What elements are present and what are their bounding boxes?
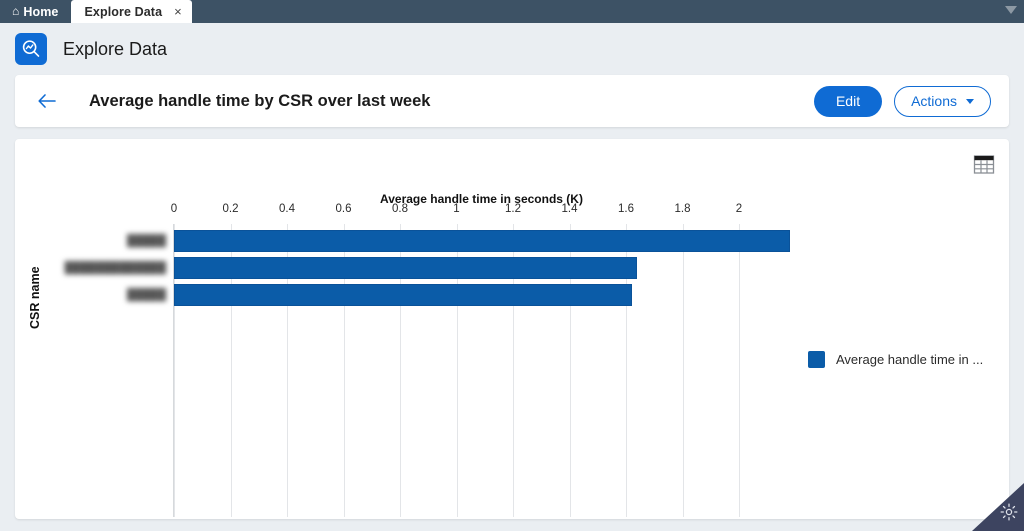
chart-card: Average handle time in seconds (K) CSR n…	[15, 139, 1009, 519]
x-axis-tick-label: 1.2	[505, 203, 521, 215]
x-axis-tick-label: 1	[453, 203, 460, 215]
browser-tab-strip: ⌂ Home Explore Data ×	[0, 0, 1024, 23]
x-axis-tick-label: 0.6	[335, 203, 352, 215]
x-axis-tick-label: 2	[735, 203, 743, 215]
tab-explore-data[interactable]: Explore Data ×	[70, 0, 192, 23]
tab-explore-data-label: Explore Data	[84, 4, 163, 19]
bar-row[interactable]: █████	[127, 230, 790, 252]
bar[interactable]	[174, 257, 638, 279]
bar-chart: Average handle time in seconds (K) CSR n…	[15, 139, 1009, 519]
page-body: Average handle time by CSR over last wee…	[0, 75, 1024, 531]
back-button[interactable]	[27, 85, 67, 117]
x-axis-tick-label: 0.4	[279, 203, 295, 215]
y-axis-category-label: █████	[127, 235, 166, 247]
gridline	[739, 224, 740, 517]
y-axis-category-label: █████████████	[64, 262, 166, 274]
view-header-actions: Edit Actions	[813, 85, 991, 117]
caret-down-icon	[966, 98, 974, 104]
edit-button[interactable]: Edit	[813, 85, 883, 117]
explore-data-icon	[15, 33, 47, 65]
x-axis-tick-label: 0	[170, 203, 178, 215]
chart-legend: Average handle time in ...	[808, 351, 983, 368]
plot-area: 0 0.2 0.4 0.6 0.8 1 1.2 1.4 1.6 1.8 2 █████ ████████…	[65, 203, 791, 517]
view-header: Average handle time by CSR over last wee…	[15, 75, 1009, 127]
x-axis-tick-label: 0.8	[392, 203, 408, 215]
x-axis-tick-label: 1.6	[618, 203, 634, 215]
legend-label: Average handle time in ...	[836, 352, 984, 367]
y-axis-category-label: █████	[127, 289, 166, 301]
page-title: Explore Data	[63, 38, 168, 59]
y-axis-title: CSR name	[28, 266, 42, 329]
x-axis-tick-label: 0.2	[222, 203, 239, 215]
gridline	[682, 224, 684, 517]
bar-row[interactable]: █████	[127, 284, 632, 306]
legend-swatch	[808, 351, 825, 368]
app-header: Explore Data	[0, 23, 1024, 75]
x-axis-title: Average handle time in seconds (K)	[380, 192, 583, 206]
tab-home-label: Home	[23, 4, 59, 19]
bar-row[interactable]: █████████████	[65, 257, 638, 279]
view-title: Average handle time by CSR over last wee…	[89, 91, 431, 110]
actions-button[interactable]: Actions	[894, 85, 991, 117]
chevron-down-icon[interactable]	[1005, 6, 1017, 14]
x-axis-tick-label: 1.4	[561, 203, 578, 215]
actions-button-label: Actions	[911, 93, 957, 109]
x-axis-tick-label: 1.8	[674, 203, 691, 215]
bar[interactable]	[174, 230, 790, 252]
arrow-left-icon	[38, 94, 56, 108]
bar[interactable]	[174, 284, 632, 306]
tab-home[interactable]: ⌂ Home	[0, 0, 71, 23]
gear-icon[interactable]	[999, 502, 1019, 527]
close-icon[interactable]: ×	[174, 5, 182, 18]
home-icon: ⌂	[12, 3, 20, 18]
